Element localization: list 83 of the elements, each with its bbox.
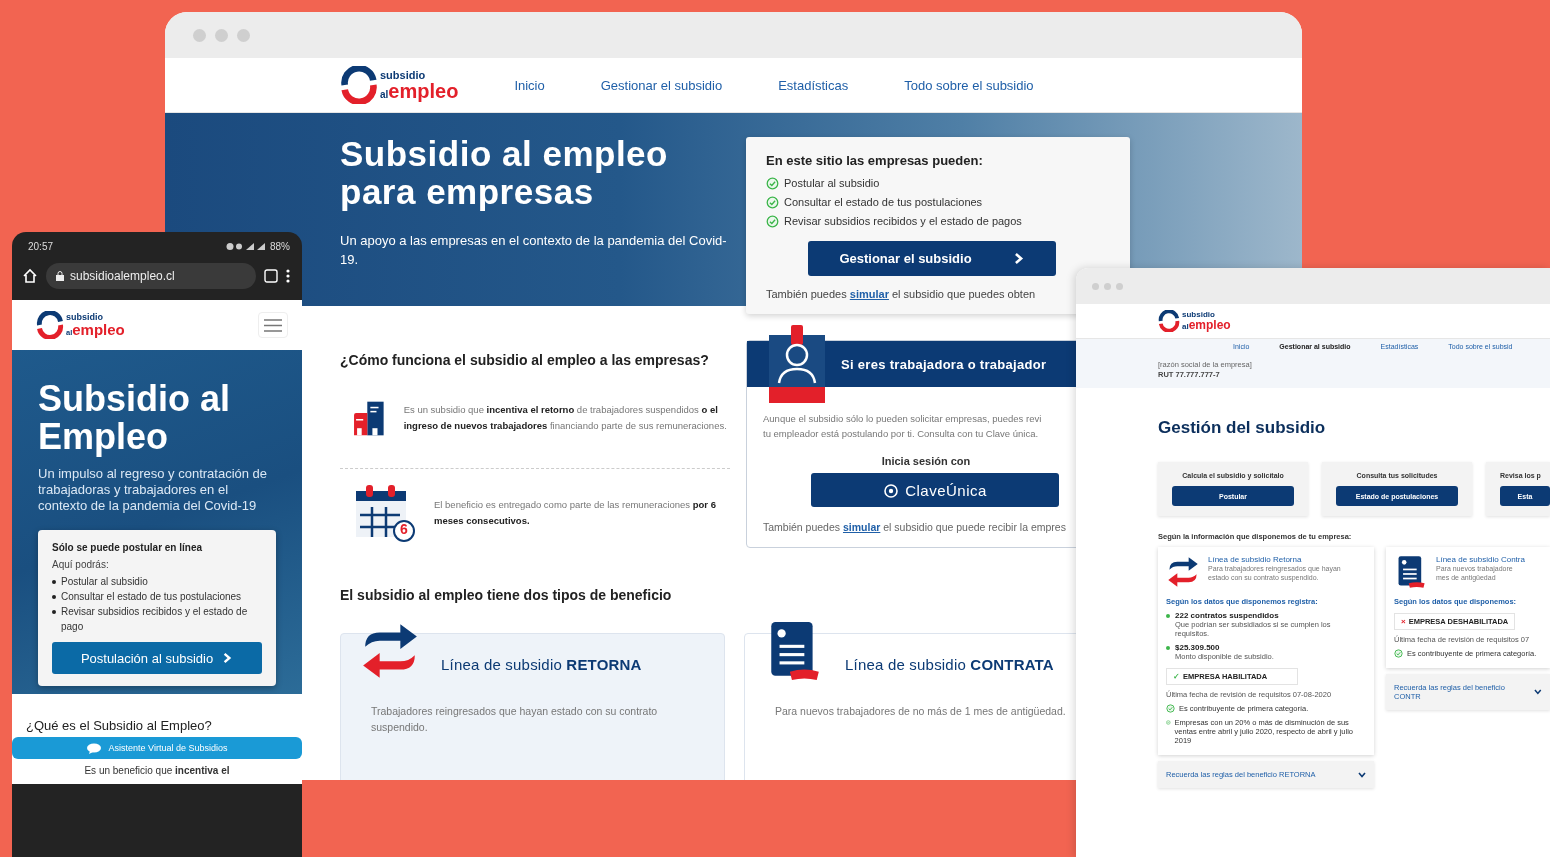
- figure-value: $25.309.500: [1175, 643, 1221, 652]
- feature-text: Consultar el estado de tus postulaciones: [61, 590, 242, 604]
- hero-subtitle: Un apoyo a las empresas en el contexto de la pandemia del Covid-19.: [340, 232, 728, 269]
- card-title: Si eres trabajadora o trabajador: [841, 356, 1047, 372]
- check-circle-icon: [1166, 704, 1175, 713]
- menu-button[interactable]: [258, 312, 288, 338]
- feature-text: Consultar el estado de tus postulaciones: [784, 195, 983, 210]
- hero-subtitle: Un impulso al regreso y contratación de trabajadoras y trabajadores en el contexto de la pandemia del Covid-19: [38, 466, 269, 514]
- simulate-link[interactable]: simular: [843, 521, 881, 533]
- feature-text: Postular al subsidio: [784, 176, 880, 191]
- nav-link[interactable]: Gestionar el subsidio: [600, 77, 723, 93]
- card-text: Trabajadores reingresados que hayan estado con su contrato suspendido.: [371, 704, 659, 735]
- card-title: Línea de subsidio Contra: [1436, 555, 1525, 564]
- feature-text: Revisar subsidios recibidos y el estado de pagos: [784, 214, 1022, 229]
- hero-title: Subsidio al Empleo: [38, 380, 232, 456]
- calendar-number: 6: [399, 521, 409, 537]
- logo-text: subsidio: [380, 69, 427, 81]
- login-label: Inicia sesión con: [880, 455, 972, 467]
- chevron-right-icon: [221, 652, 234, 664]
- section-title: ¿Qué es el Subsidio al Empleo?: [25, 718, 213, 733]
- window-dot: [193, 28, 206, 42]
- apply-button[interactable]: Postulación al subsidio: [52, 642, 262, 674]
- section-title: El subsidio al empleo tiene dos tipos de beneficio: [340, 587, 672, 603]
- status-icons: [226, 241, 266, 251]
- bullet-dot: [1166, 646, 1170, 650]
- window-dot: [237, 28, 250, 42]
- hero-title: Subsidio al empleo para empresas: [340, 135, 669, 211]
- section-title: ¿Cómo funciona el subsidio al empleo a las empresas?: [340, 352, 709, 368]
- card-title: Línea de subsidio RETORNA: [441, 656, 643, 673]
- check-circle-icon: [766, 177, 779, 190]
- check-circle-icon: [766, 215, 779, 228]
- info-text: El beneficio es entregado como parte de las remuneraciones por 6 meses consecutivos.: [434, 498, 717, 528]
- lock-icon: [56, 271, 64, 281]
- chevron-down-icon: [1534, 689, 1542, 695]
- simulate-link[interactable]: simular: [849, 288, 889, 300]
- check-circle-icon: [1166, 718, 1171, 727]
- card-text: Para nuevos trabajadores de no más de 1 mes de antigüedad.: [775, 704, 1067, 719]
- logo-text: subsidio: [66, 313, 104, 322]
- info-text: Aunque el subsidio sólo lo pueden solicitar empresas, puedes revi: [763, 412, 1043, 426]
- info-text: Es un beneficio que incentiva el: [83, 765, 231, 776]
- battery-text: 88%: [270, 240, 290, 252]
- figure-value: 222 contratos suspendidos: [1175, 611, 1280, 620]
- card-title: Sólo se puede postular en línea: [52, 542, 204, 553]
- feature-text: Postular al subsidio: [61, 575, 148, 589]
- logo-text: alempleo: [380, 80, 459, 101]
- logo-icon: [1158, 310, 1180, 332]
- window-dot: [1092, 282, 1099, 290]
- card-title: Línea de subsidio CONTRATA: [845, 656, 1055, 673]
- logo-text: alempleo: [1182, 319, 1231, 331]
- power-icon: [883, 482, 900, 498]
- nav-link[interactable]: Estadísticas: [778, 77, 849, 93]
- login-button[interactable]: ClaveÚnica: [811, 473, 1059, 507]
- address-bar[interactable]: subsidioalempleo.cl: [46, 263, 256, 289]
- window-dot: [1116, 282, 1123, 290]
- nav-link[interactable]: Todo sobre el subsidio: [904, 77, 1034, 93]
- bullet-dot: [52, 595, 56, 599]
- logo-icon: [36, 311, 64, 339]
- window-dot: [215, 28, 228, 42]
- bullet-dot: [1166, 614, 1170, 618]
- check-circle-icon: [766, 196, 779, 209]
- tabs-icon[interactable]: [264, 269, 278, 283]
- chat-icon: [86, 742, 101, 754]
- home-icon[interactable]: [22, 268, 38, 284]
- page-title: Gestión del subsidio: [1158, 418, 1327, 438]
- logo-text: subsidio: [1182, 311, 1216, 319]
- check-circle-icon: [1394, 649, 1403, 658]
- chevron-down-icon: [1358, 771, 1366, 778]
- menu-icon: [264, 318, 282, 332]
- manage-button[interactable]: Gestionar el subsidio: [808, 241, 1056, 276]
- card-text: Aquí podrás:: [52, 559, 110, 570]
- card-title: En este sitio las empresas pueden:: [766, 153, 984, 168]
- logo-icon: [340, 66, 378, 104]
- info-text: tu empleador está postulando por ti. Consulta con tu Clave única.: [763, 427, 1040, 441]
- info-text: Es un subsidio que incentiva el retorno de trabajadores suspendidos o el ingreso de nuevos trabajadores financiando parte de sus remuneraciones.: [403, 403, 728, 433]
- card-title: Línea de subsidio Retorna: [1208, 555, 1303, 564]
- feature-text: Revisar subsidios recibidos y el estado de pago: [61, 605, 249, 634]
- window-dot: [1104, 282, 1111, 290]
- clock-text: 20:57: [28, 240, 54, 252]
- swap-arrows-icon: [1166, 555, 1200, 589]
- bullet-dot: [52, 610, 56, 614]
- more-icon[interactable]: [286, 269, 290, 283]
- nav-link[interactable]: Inicio: [514, 77, 545, 93]
- bullet-dot: [52, 580, 56, 584]
